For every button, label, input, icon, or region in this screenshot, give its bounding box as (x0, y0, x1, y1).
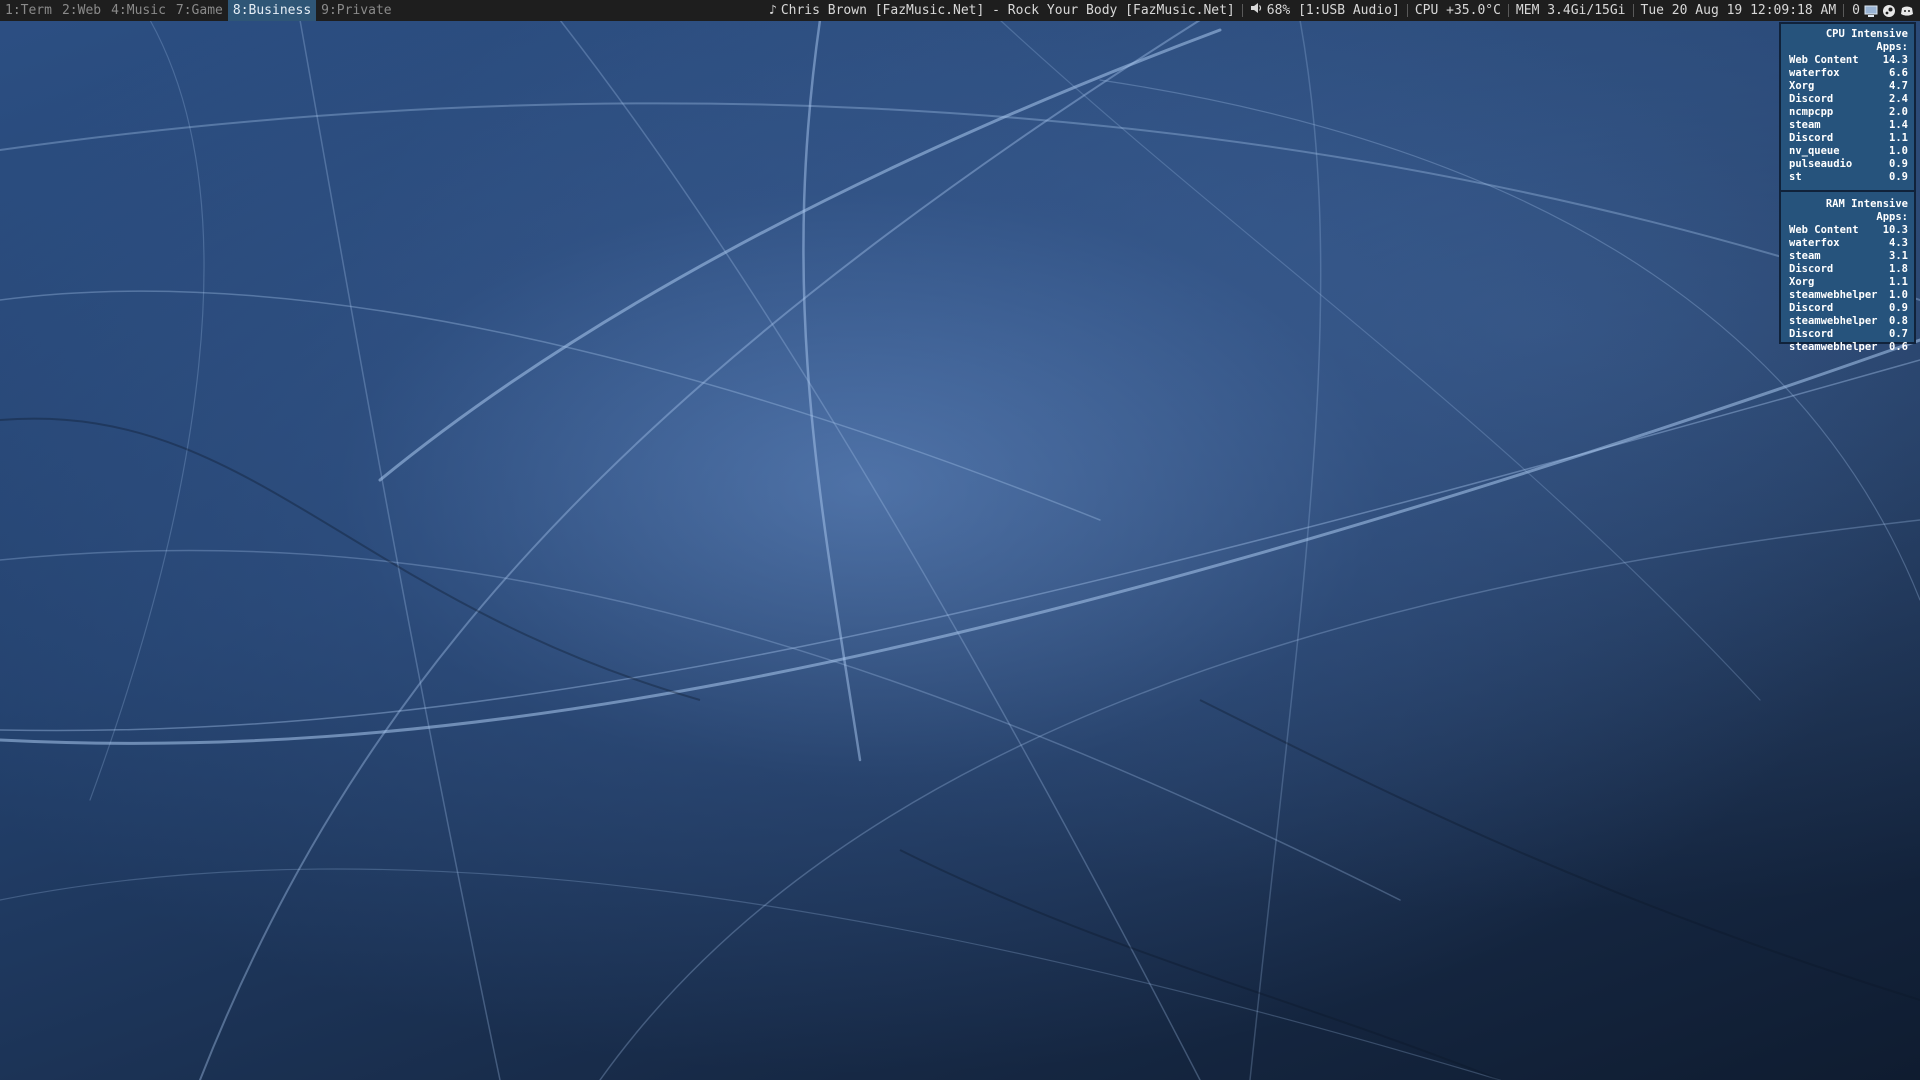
process-value: 0.8 (1889, 315, 1908, 327)
desktop-background (0, 0, 1920, 1080)
process-row: nv_queue 1.0 (1789, 145, 1908, 158)
now-playing[interactable]: ♪ Chris Brown [FazMusic.Net] - Rock Your… (762, 0, 1242, 21)
process-name: Xorg (1789, 80, 1815, 92)
process-name: steam (1789, 250, 1821, 262)
workspace-tab[interactable]: 1:Term (0, 0, 57, 21)
conky-panel: CPU Intensive Apps: Web Content 14.3 water… (1779, 22, 1916, 353)
process-row: Discord 1.1 (1789, 132, 1908, 145)
process-value: 1.1 (1889, 276, 1908, 288)
memory-text: MEM 3.4Gi/15Gi (1515, 3, 1626, 18)
process-value: 10.3 (1882, 224, 1908, 236)
process-value: 0.9 (1889, 158, 1908, 170)
wallpaper-image (0, 18, 1920, 1080)
system-tray: 0 (1844, 0, 1920, 21)
process-row: Xorg 1.1 (1789, 276, 1908, 289)
process-value: 4.7 (1889, 80, 1908, 92)
process-row: steamwebhelper 0.6 (1789, 341, 1908, 354)
process-row: Discord 1.8 (1789, 263, 1908, 276)
process-name: Web Content (1789, 224, 1859, 236)
process-name: Discord (1789, 132, 1834, 144)
steam-icon[interactable] (1882, 4, 1896, 18)
process-name: steam (1789, 119, 1821, 131)
clock[interactable]: Tue 20 Aug 19 12:09:18 AM (1634, 0, 1844, 21)
process-value: 0.9 (1889, 171, 1908, 183)
music-note-icon: ♪ (768, 3, 777, 18)
volume-status[interactable]: 68% [1:USB Audio] (1243, 0, 1407, 21)
cpu-temp: CPU +35.0°C (1408, 0, 1508, 21)
process-value: 1.4 (1889, 119, 1908, 131)
clock-text: Tue 20 Aug 19 12:09:18 AM (1640, 3, 1837, 18)
volume-text: 68% [1:USB Audio] (1266, 3, 1400, 18)
cpu-apps-title: CPU Intensive Apps: (1825, 28, 1908, 53)
cpu-apps-list: Web Content 14.3 waterfox 6.6 Xorg 4.7 Discord… (1789, 54, 1908, 184)
process-row: st 0.9 (1789, 171, 1908, 184)
process-name: waterfox (1789, 237, 1840, 249)
process-row: steam 3.1 (1789, 250, 1908, 263)
process-name: steamwebhelper (1789, 315, 1878, 327)
process-value: 1.0 (1889, 145, 1908, 157)
process-name: Web Content (1789, 54, 1859, 66)
process-name: steamwebhelper (1789, 289, 1878, 301)
ram-apps-section: RAM Intensive Apps: Web Content 10.3 water… (1781, 198, 1914, 354)
tray-count: 0 (1852, 3, 1860, 18)
process-name: Xorg (1789, 276, 1815, 288)
process-row: Discord 0.7 (1789, 328, 1908, 341)
process-name: waterfox (1789, 67, 1840, 79)
status-area: ♪ Chris Brown [FazMusic.Net] - Rock Your… (762, 0, 1920, 21)
workspace-tab[interactable]: 7:Game (171, 0, 228, 21)
process-value: 14.3 (1882, 54, 1908, 66)
process-name: st (1789, 171, 1802, 183)
process-row: waterfox 4.3 (1789, 237, 1908, 250)
process-row: waterfox 6.6 (1789, 67, 1908, 80)
process-row: Discord 0.9 (1789, 302, 1908, 315)
process-row: Web Content 10.3 (1789, 224, 1908, 237)
process-row: Web Content 14.3 (1789, 54, 1908, 67)
process-value: 0.9 (1889, 302, 1908, 314)
memory-usage: MEM 3.4Gi/15Gi (1509, 0, 1633, 21)
process-row: steamwebhelper 1.0 (1789, 289, 1908, 302)
process-name: Discord (1789, 93, 1834, 105)
top-bar: 1:Term 2:Web 4:Music 7:Game 8:Business 9:Priv… (0, 0, 1920, 21)
process-value: 0.7 (1889, 328, 1908, 340)
workspace-tab[interactable]: 9:Private (316, 0, 396, 21)
process-value: 6.6 (1889, 67, 1908, 79)
process-value: 3.1 (1889, 250, 1908, 262)
discord-icon[interactable] (1900, 4, 1914, 18)
ram-apps-list: Web Content 10.3 waterfox 4.3 steam 3.1 Discor… (1789, 224, 1908, 354)
process-row: Discord 2.4 (1789, 93, 1908, 106)
process-name: Discord (1789, 328, 1834, 340)
process-name: steamwebhelper (1789, 341, 1878, 353)
cpu-temp-text: CPU +35.0°C (1414, 3, 1501, 18)
workspace-list: 1:Term 2:Web 4:Music 7:Game 8:Business 9:Priv… (0, 0, 397, 21)
process-name: Discord (1789, 302, 1834, 314)
workspace-tab[interactable]: 8:Business (227, 0, 317, 21)
process-row: steam 1.4 (1789, 119, 1908, 132)
process-name: Discord (1789, 263, 1834, 275)
workspace-tab[interactable]: 2:Web (57, 0, 106, 21)
process-value: 1.8 (1889, 263, 1908, 275)
process-row: ncmpcpp 2.0 (1789, 106, 1908, 119)
process-name: pulseaudio (1789, 158, 1853, 170)
workspace-tab[interactable]: 4:Music (106, 0, 171, 21)
process-name: ncmpcpp (1789, 106, 1834, 118)
network-icon[interactable] (1864, 4, 1878, 18)
process-value: 2.4 (1889, 93, 1908, 105)
speaker-icon (1250, 0, 1263, 21)
conky-divider (1781, 190, 1914, 192)
cpu-apps-section: CPU Intensive Apps: Web Content 14.3 water… (1781, 24, 1914, 184)
process-row: pulseaudio 0.9 (1789, 158, 1908, 171)
process-value: 1.1 (1889, 132, 1908, 144)
now-playing-text: Chris Brown [FazMusic.Net] - Rock Your B… (780, 3, 1235, 18)
process-name: nv_queue (1789, 145, 1840, 157)
ram-apps-title: RAM Intensive Apps: (1825, 198, 1908, 223)
process-value: 2.0 (1889, 106, 1908, 118)
process-value: 1.0 (1889, 289, 1908, 301)
process-row: steamwebhelper 0.8 (1789, 315, 1908, 328)
process-row: Xorg 4.7 (1789, 80, 1908, 93)
process-value: 4.3 (1889, 237, 1908, 249)
process-value: 0.6 (1889, 341, 1908, 353)
